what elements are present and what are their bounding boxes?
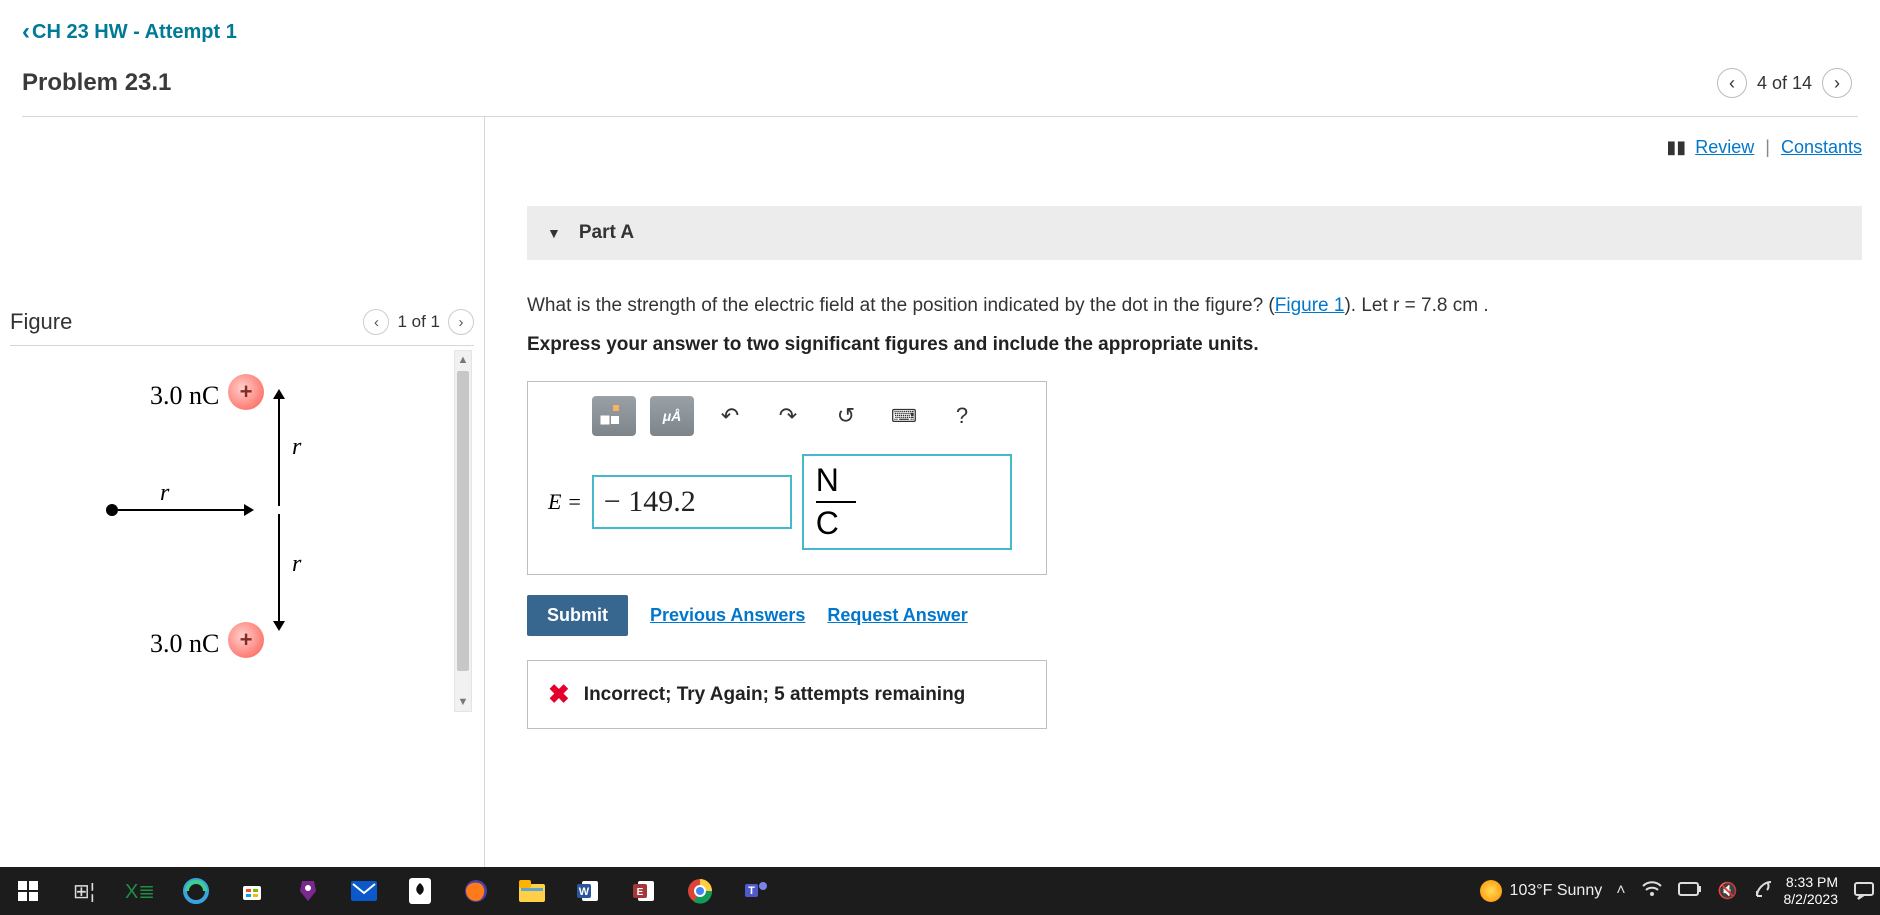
templates-tool[interactable] [592,396,636,436]
answer-instruction: Express your answer to two significant f… [527,331,1862,360]
feedback-text: Incorrect; Try Again; 5 attempts remaini… [584,684,966,706]
taskbar-app-excel[interactable]: X≣ [112,867,168,915]
taskbar-app-teams[interactable]: T [728,867,784,915]
taskbar-app-firefox[interactable] [448,867,504,915]
figure-pager-text: 1 of 1 [397,312,440,332]
taskbar-app-keepass[interactable] [280,867,336,915]
charge-bottom: + [228,622,264,658]
unit-numerator: N [816,462,839,499]
battery-icon[interactable] [1678,882,1702,901]
taskbar-app-word[interactable]: W [560,867,616,915]
figure-canvas: 3.0 nC + r r r 3.0 nC + [10,346,474,716]
taskbar-app-mail[interactable] [336,867,392,915]
prev-problem-button[interactable]: ‹ [1717,68,1747,98]
volume-muted-icon[interactable]: 🔇 [1718,881,1738,901]
caret-down-icon: ▼ [547,225,561,241]
svg-text:E: E [637,887,644,898]
sun-icon [1480,880,1502,902]
problem-pager: ‹ 4 of 14 › [1717,68,1852,98]
figure-pager: ‹ 1 of 1 › [363,309,474,335]
previous-answers-link[interactable]: Previous Answers [650,605,805,626]
figure-title: Figure [10,309,72,335]
charge-bottom-label: 3.0 nC [150,629,219,659]
taskbar-app-access[interactable]: E [616,867,672,915]
request-answer-link[interactable]: Request Answer [827,605,967,626]
next-problem-button[interactable]: › [1822,68,1852,98]
undo-button[interactable]: ↶ [708,396,752,436]
separator: | [1765,137,1770,157]
arrow-down-icon [273,621,285,631]
taskbar-app-explorer[interactable] [504,867,560,915]
scroll-up-icon[interactable]: ▲ [455,351,471,369]
incorrect-icon: ✖ [548,679,570,710]
taskbar-app-store[interactable] [224,867,280,915]
taskbar: ⊞¦ X≣ W E T [0,867,1880,915]
svg-text:T: T [748,885,755,897]
back-link-label: CH 23 HW - Attempt 1 [32,21,237,44]
figure-next-button[interactable]: › [448,309,474,335]
arrow-line [278,514,280,624]
weather-text: 103°F Sunny [1510,882,1603,900]
figure-link[interactable]: Figure 1 [1275,295,1345,316]
figure-scrollbar[interactable]: ▲ ▼ [454,350,472,712]
redo-button[interactable]: ↷ [766,396,810,436]
task-view-button[interactable]: ⊞¦ [56,867,112,915]
submit-button[interactable]: Submit [527,595,628,636]
feedback-box: ✖ Incorrect; Try Again; 5 attempts remai… [527,660,1047,729]
pager-text: 4 of 14 [1757,73,1812,94]
taskbar-weather[interactable]: 103°F Sunny [1480,880,1603,902]
notifications-button[interactable] [1848,867,1880,915]
r-label-top: r [292,434,301,461]
back-link[interactable]: ‹ CH 23 HW - Attempt 1 [22,18,237,46]
scroll-down-icon[interactable]: ▼ [455,693,471,711]
taskbar-app-solitaire[interactable] [392,867,448,915]
charge-top-label: 3.0 nC [150,381,219,411]
taskbar-clock[interactable]: 8:33 PM 8/2/2023 [1784,874,1839,908]
equation-label: E = [548,489,582,515]
chevron-left-icon: ‹ [22,18,30,46]
part-a-header[interactable]: ▼ Part A [527,206,1862,260]
review-link[interactable]: Review [1695,137,1754,157]
r-label-horiz: r [160,480,169,507]
keyboard-button[interactable]: ⌨ [882,396,926,436]
arrow-line [278,396,280,506]
flag-icon[interactable]: ▮▮ [1666,137,1686,157]
tray-chevron-icon[interactable]: ˄ [1616,882,1625,900]
question-text: What is the strength of the electric fie… [527,292,1862,321]
part-a-title: Part A [579,222,634,244]
arrow-up-icon [273,389,285,399]
units-tool[interactable]: μÅ [650,396,694,436]
field-point-dot [106,504,118,516]
reset-button[interactable]: ↺ [824,396,868,436]
svg-text:W: W [579,886,590,898]
charge-top: + [228,374,264,410]
scroll-thumb[interactable] [457,371,469,671]
clock-date: 8/2/2023 [1784,891,1839,908]
fraction-line [816,501,856,503]
wifi-icon[interactable] [1642,881,1662,902]
help-button[interactable]: ? [940,396,984,436]
problem-title: Problem 23.1 [22,69,171,97]
start-button[interactable] [0,867,56,915]
constants-link[interactable]: Constants [1781,137,1862,157]
units-input[interactable]: N C [802,454,1012,550]
r-label-bottom: r [292,551,301,578]
clock-time: 8:33 PM [1784,874,1839,891]
figure-prev-button[interactable]: ‹ [363,309,389,335]
taskbar-app-chrome[interactable] [672,867,728,915]
unit-denominator: C [816,505,839,542]
arrow-right-icon [244,504,254,516]
answer-box: μÅ ↶ ↷ ↺ ⌨ ? E = N C [527,381,1047,575]
connect-icon[interactable] [1754,879,1774,904]
value-input[interactable] [592,475,792,529]
taskbar-app-edge[interactable] [168,867,224,915]
arrow-line [118,509,248,511]
